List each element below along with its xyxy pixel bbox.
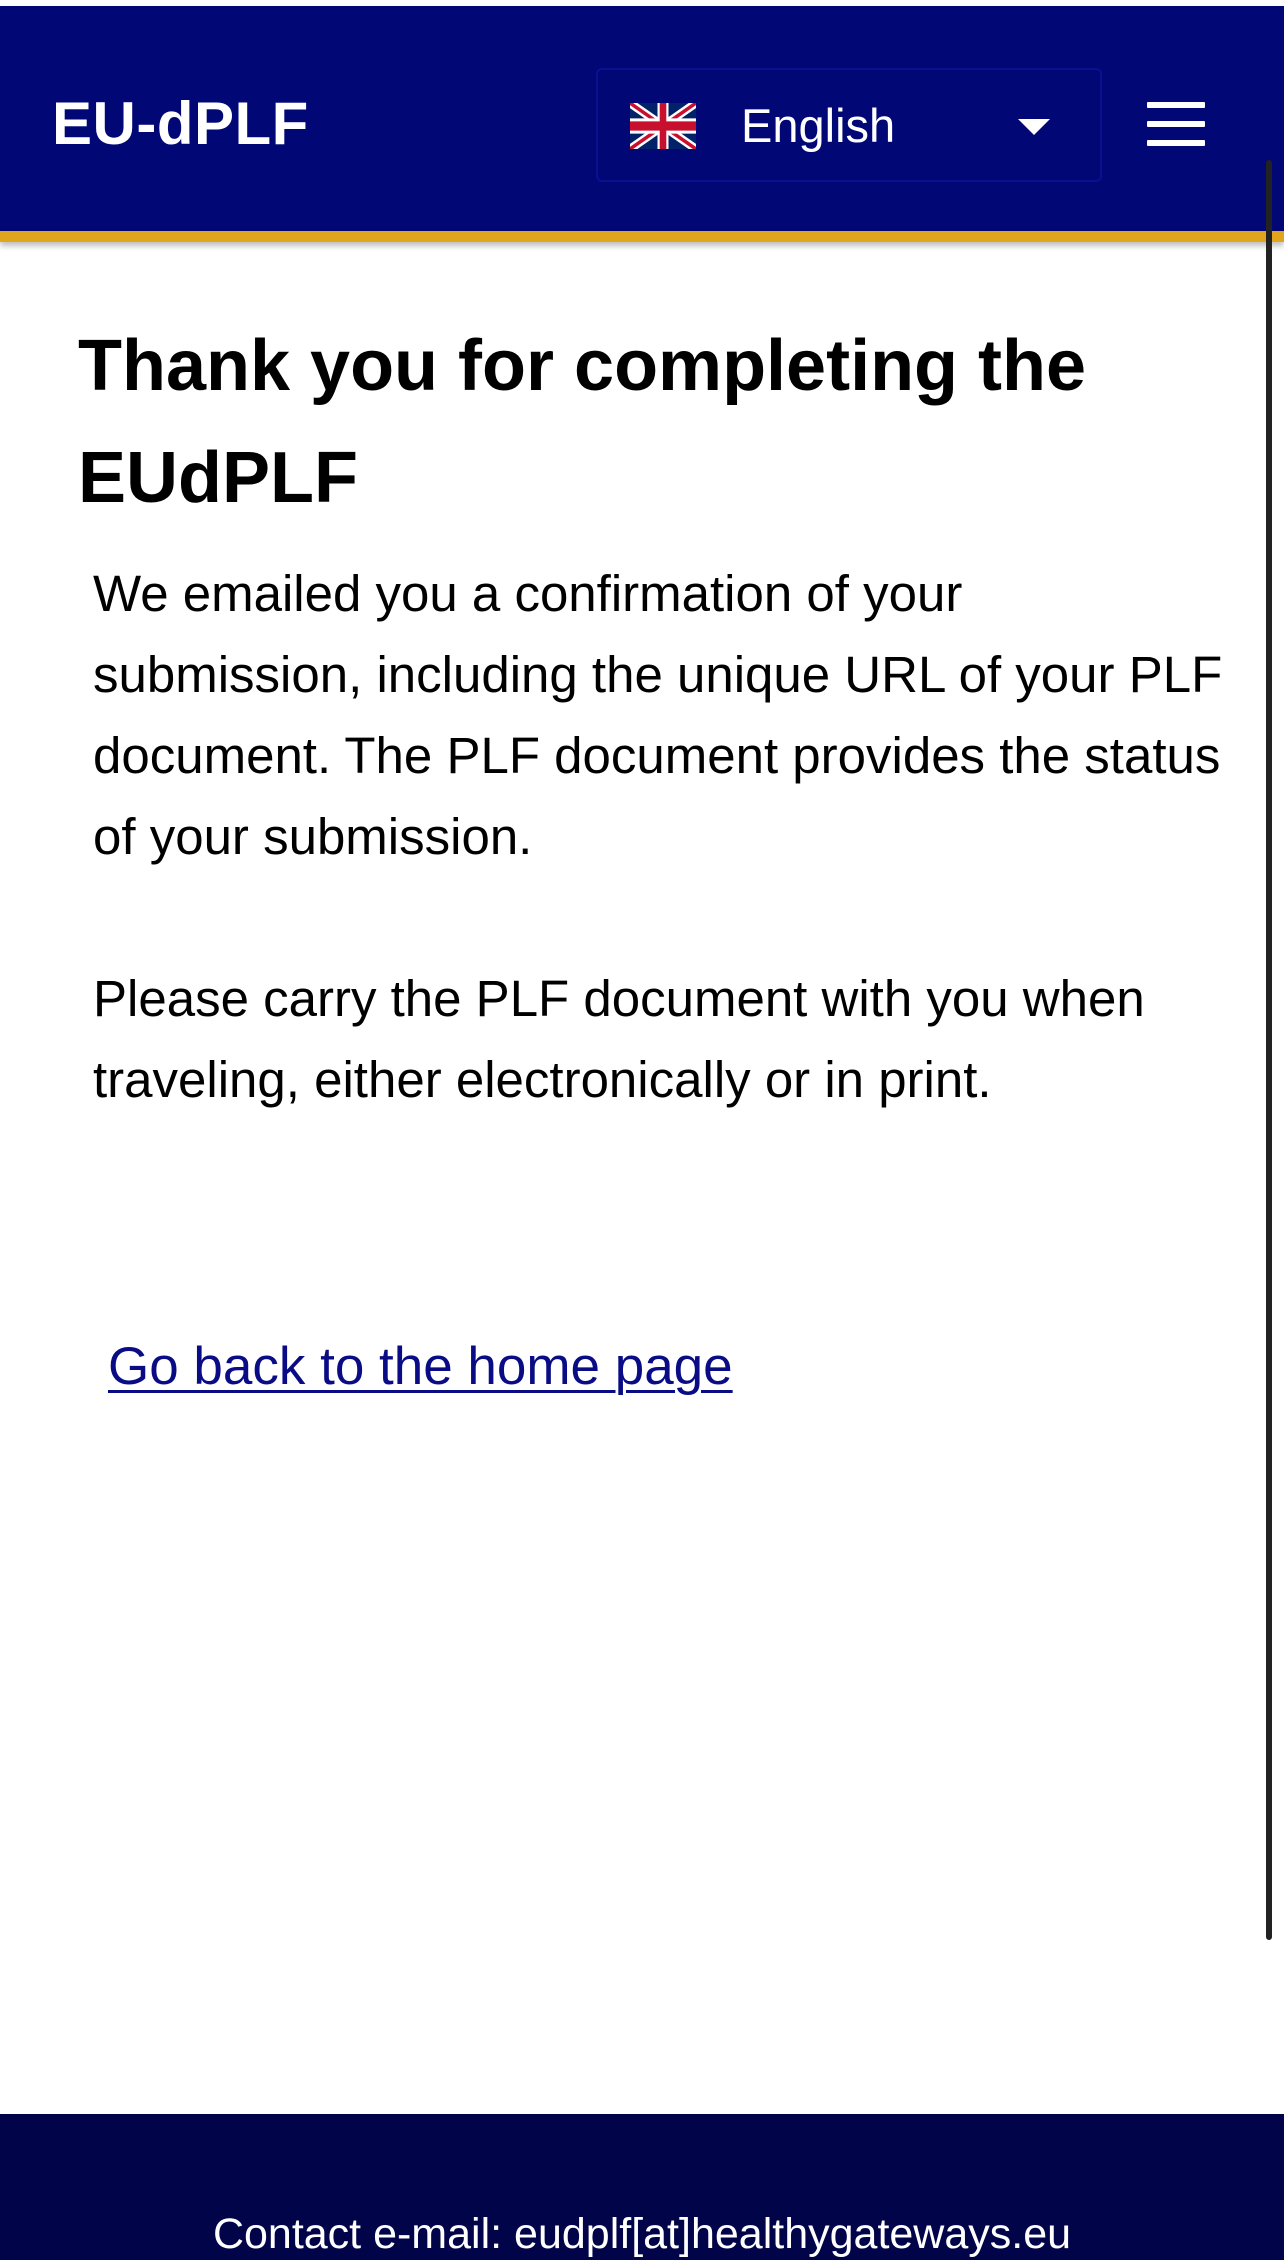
contact-email: Contact e-mail: eudplf[at]healthygateway…	[212, 2210, 1072, 2258]
confirmation-page: EU-dPLF English Thank you for completing…	[0, 0, 1284, 2260]
uk-flag-icon	[630, 103, 696, 149]
language-select[interactable]: English	[596, 68, 1102, 182]
menu-bar	[1147, 121, 1205, 127]
confirmation-message: We emailed you a confirmation of your su…	[93, 565, 1223, 865]
page-title: Thank you for completing the EUdPLF	[78, 326, 1087, 518]
scrollbar[interactable]	[1266, 160, 1272, 1940]
site-footer: Contact e-mail: eudplf[at]healthygateway…	[0, 2114, 1284, 2260]
caret-down-icon	[1018, 119, 1050, 135]
menu-bar	[1147, 102, 1205, 108]
header-accent-bar	[0, 231, 1284, 242]
carry-document-message: Please carry the PLF document with you w…	[93, 970, 1145, 1108]
menu-bar	[1147, 140, 1205, 146]
language-label: English	[741, 99, 896, 152]
site-header: EU-dPLF English	[0, 6, 1284, 231]
brand-logo-text[interactable]: EU-dPLF	[52, 84, 309, 164]
home-page-link[interactable]: Go back to the home page	[108, 1327, 733, 1407]
hamburger-menu-icon[interactable]	[1147, 102, 1205, 146]
